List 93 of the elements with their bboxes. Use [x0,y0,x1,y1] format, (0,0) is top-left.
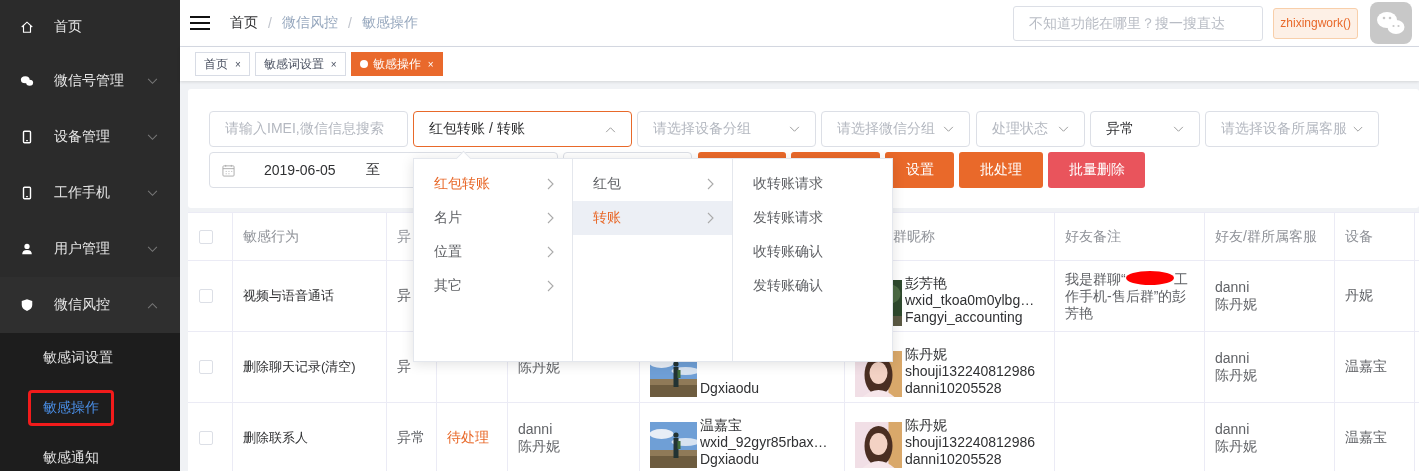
checkbox[interactable] [199,229,213,244]
chevron-down-icon [1353,125,1363,133]
table-cell: 温嘉宝 [1345,429,1387,447]
column-header: 好友/群所属客服 [1215,227,1317,246]
table-cell: 异 [397,358,411,376]
chevron-down-icon [147,133,158,141]
table-cell: 陈丹妮 [1215,296,1257,313]
chat-avatar-icon[interactable] [1370,2,1412,44]
submenu-item[interactable]: 敏感通知 [28,440,114,471]
table-cell-text: 陈丹妮 [905,416,948,434]
table-cell: 视频与语音通话 [243,287,334,305]
submenu-item[interactable]: 敏感词设置 [28,340,128,376]
search-field[interactable]: 不知道功能在哪里？搜一搜直达 [1013,5,1264,41]
submenu-item[interactable]: 敏感操作 [28,390,114,426]
table-cell: wxid_tkoa0m0ylbg… [905,291,1035,309]
sidebar-item[interactable]: 微信风控 [0,277,180,333]
breadcrumb-separator: / [347,15,352,31]
table-cell: 丹妮 [1345,287,1373,305]
table-cell: 删除联系人 [243,429,308,447]
menu-icon[interactable] [190,15,210,31]
table-cell: 异 [397,287,411,305]
table-cell: 陈丹妮 [1215,438,1257,455]
menu-item[interactable]: 位置 [414,235,573,269]
table-cell-text: 我是群聊“ 工作手机-售后群”的彭芳艳 [1065,270,1189,322]
chevron-down-icon [789,125,800,133]
table-cell: 陈丹妮 [518,438,560,455]
table-cell: 陈丹妮 [1215,367,1257,384]
dropdown-select[interactable]: 异常 [1090,111,1200,147]
checkbox[interactable] [199,289,213,303]
status-label: 待处理 [447,429,489,447]
column-header: 好友备注 [1065,227,1121,246]
cascader-select[interactable]: 红包转账 / 转账 [413,111,632,147]
phone-icon [20,186,34,200]
chevron-right-icon [706,178,714,190]
menu-item[interactable]: 发转账请求 [732,201,892,235]
calendar-icon [222,163,235,177]
column-header: 敏感行为 [243,227,299,246]
table-cell-text: Fangyi_accounting [905,308,1024,326]
table-cell-text: 陈丹妮 [905,345,948,363]
table-cell-text: 温嘉宝 [700,416,743,434]
menu-item[interactable]: 名片 [414,201,573,235]
table-cell-text: danni [1215,350,1251,367]
chevron-right-icon [547,178,555,190]
chevron-down-icon [147,189,158,197]
sidebar-item[interactable]: 首页 [0,0,180,53]
column-header: 异 [397,227,411,246]
table-cell-text: danni [518,421,554,438]
home-icon [20,19,34,34]
column-header: 设备 [1345,227,1373,246]
chevron-up-icon [147,301,158,309]
menu-item[interactable]: 红包 [573,167,732,201]
chevron-right-icon [706,212,714,224]
table-cell: 删除聊天记录(清空) [243,358,356,376]
sidebar-item[interactable]: 设备管理 [0,109,180,165]
table-cell-text: danni10205528 [905,379,1003,397]
chevron-right-icon [547,212,555,224]
phone-icon [20,130,34,144]
breadcrumb-link[interactable]: 首页 [230,14,258,32]
chevron-down-icon [1173,125,1184,133]
checkbox[interactable] [199,360,213,374]
table-cell-text: danni10205528 [905,450,1003,468]
table-cell: 温嘉宝 [1345,358,1387,376]
menu-item[interactable]: 发转账确认 [732,269,892,303]
table-cell: wxid_92gyr85rbax… [700,433,828,451]
chat-icon [20,74,34,88]
chevron-up-icon [605,125,616,133]
page-tab[interactable]: 敏感词设置 × [254,52,346,76]
chevron-down-icon [147,245,158,253]
shield-icon [20,298,34,312]
page-tab[interactable]: 首页 × [195,52,250,76]
breadcrumb-separator: / [268,15,272,31]
table-cell-text: Dgxiaodu [700,450,761,468]
user-icon [20,242,34,256]
table-cell-text: danni [1215,421,1251,438]
checkbox[interactable] [199,431,213,445]
chevron-right-icon [547,280,555,292]
menu-item[interactable]: 收转账确认 [732,235,892,269]
table-cell: shouji132240812986 [905,433,1035,451]
sidebar-item[interactable]: 微信号管理 [0,53,180,109]
menu-item[interactable]: 其它 [414,269,573,303]
chevron-right-icon [547,246,555,258]
table-cell: 异常 [397,429,425,447]
sidebar-item[interactable]: 用户管理 [0,221,180,277]
column-header: 群昵称 [893,227,935,246]
chevron-down-icon [147,77,158,85]
table-cell-text: danni [1215,279,1251,296]
table-cell: Dgxiaodu [700,379,760,397]
action-button[interactable]: 批量删除 [1048,152,1145,188]
chevron-down-icon [1058,125,1069,133]
sidebar-item[interactable]: 工作手机 [0,165,180,221]
table-cell: shouji132240812986 [905,362,1035,380]
chevron-down-icon [943,125,954,133]
table-cell-text: 彭芳艳 [905,274,948,292]
